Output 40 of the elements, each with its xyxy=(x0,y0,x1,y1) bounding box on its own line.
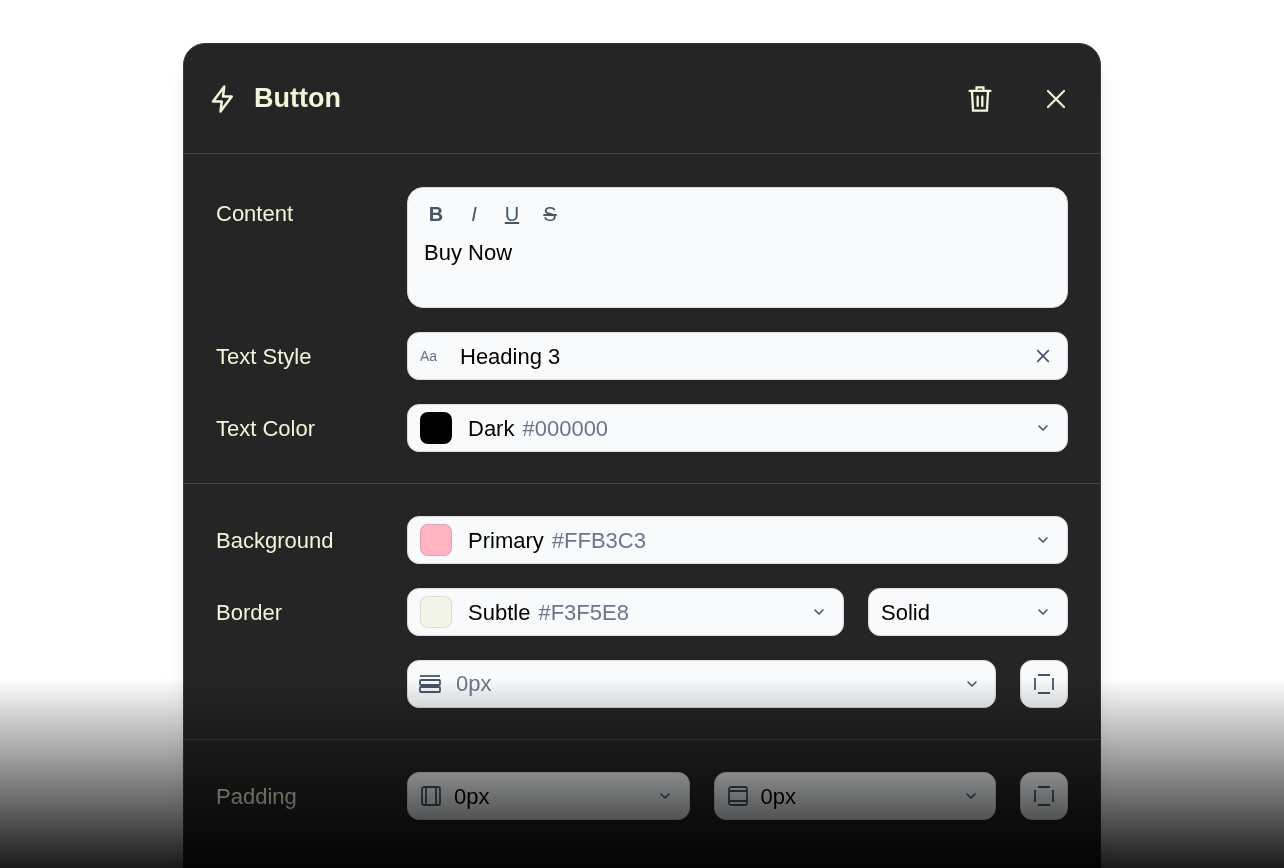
select-value: Solid xyxy=(881,598,931,627)
vertical-padding-icon xyxy=(726,785,749,807)
select-value: 0px xyxy=(760,782,797,811)
select-value: 0px xyxy=(454,782,491,811)
color-hex: #F3F5E8 xyxy=(538,598,629,627)
side-padding-icon xyxy=(420,785,442,807)
corners-icon xyxy=(1032,672,1056,696)
color-name: Dark xyxy=(468,414,515,443)
bold-button[interactable]: B xyxy=(424,200,448,228)
color-name: Subtle xyxy=(468,598,531,627)
editor-text: Buy Now xyxy=(424,239,514,267)
border-style-select[interactable]: Solid xyxy=(868,588,1068,636)
border-width-field[interactable]: 0px xyxy=(407,660,996,708)
field-label: Text Color xyxy=(216,414,317,443)
color-select[interactable]: Subtle #F3F5E8 xyxy=(407,588,844,636)
text-style-select[interactable]: Aa Heading 3 xyxy=(407,332,1068,380)
color-hex: #000000 xyxy=(522,414,609,443)
rich-text-editor[interactable]: B I U S Buy Now xyxy=(407,187,1068,308)
all-sides-button[interactable] xyxy=(1020,660,1068,708)
padding-select[interactable]: 0px xyxy=(407,772,690,820)
clear-icon[interactable] xyxy=(1035,348,1051,364)
color-name: Primary xyxy=(468,526,544,555)
field-label: Text Style xyxy=(216,342,313,371)
strike-button[interactable]: S xyxy=(538,200,562,228)
field-label: Background xyxy=(216,526,335,555)
color-select[interactable]: Dark #000000 xyxy=(407,404,1068,452)
select-value: Heading 3 xyxy=(460,342,562,371)
field-label: Padding xyxy=(216,782,298,811)
underline-button[interactable]: U xyxy=(500,200,524,228)
font-size-icon: Aa xyxy=(420,345,448,367)
color-select[interactable]: Primary #FFB3C3 xyxy=(407,516,1068,564)
field-label: Content xyxy=(216,200,295,228)
color-hex: #FFB3C3 xyxy=(551,526,646,555)
stacked-lines-icon xyxy=(419,674,441,694)
italic-button[interactable]: I xyxy=(462,200,486,228)
corners-icon xyxy=(1032,784,1056,808)
trash-icon xyxy=(966,83,994,114)
field-label: Border xyxy=(216,598,284,627)
panel-title: Button xyxy=(254,82,341,116)
padding-select[interactable]: 0px xyxy=(713,772,996,820)
